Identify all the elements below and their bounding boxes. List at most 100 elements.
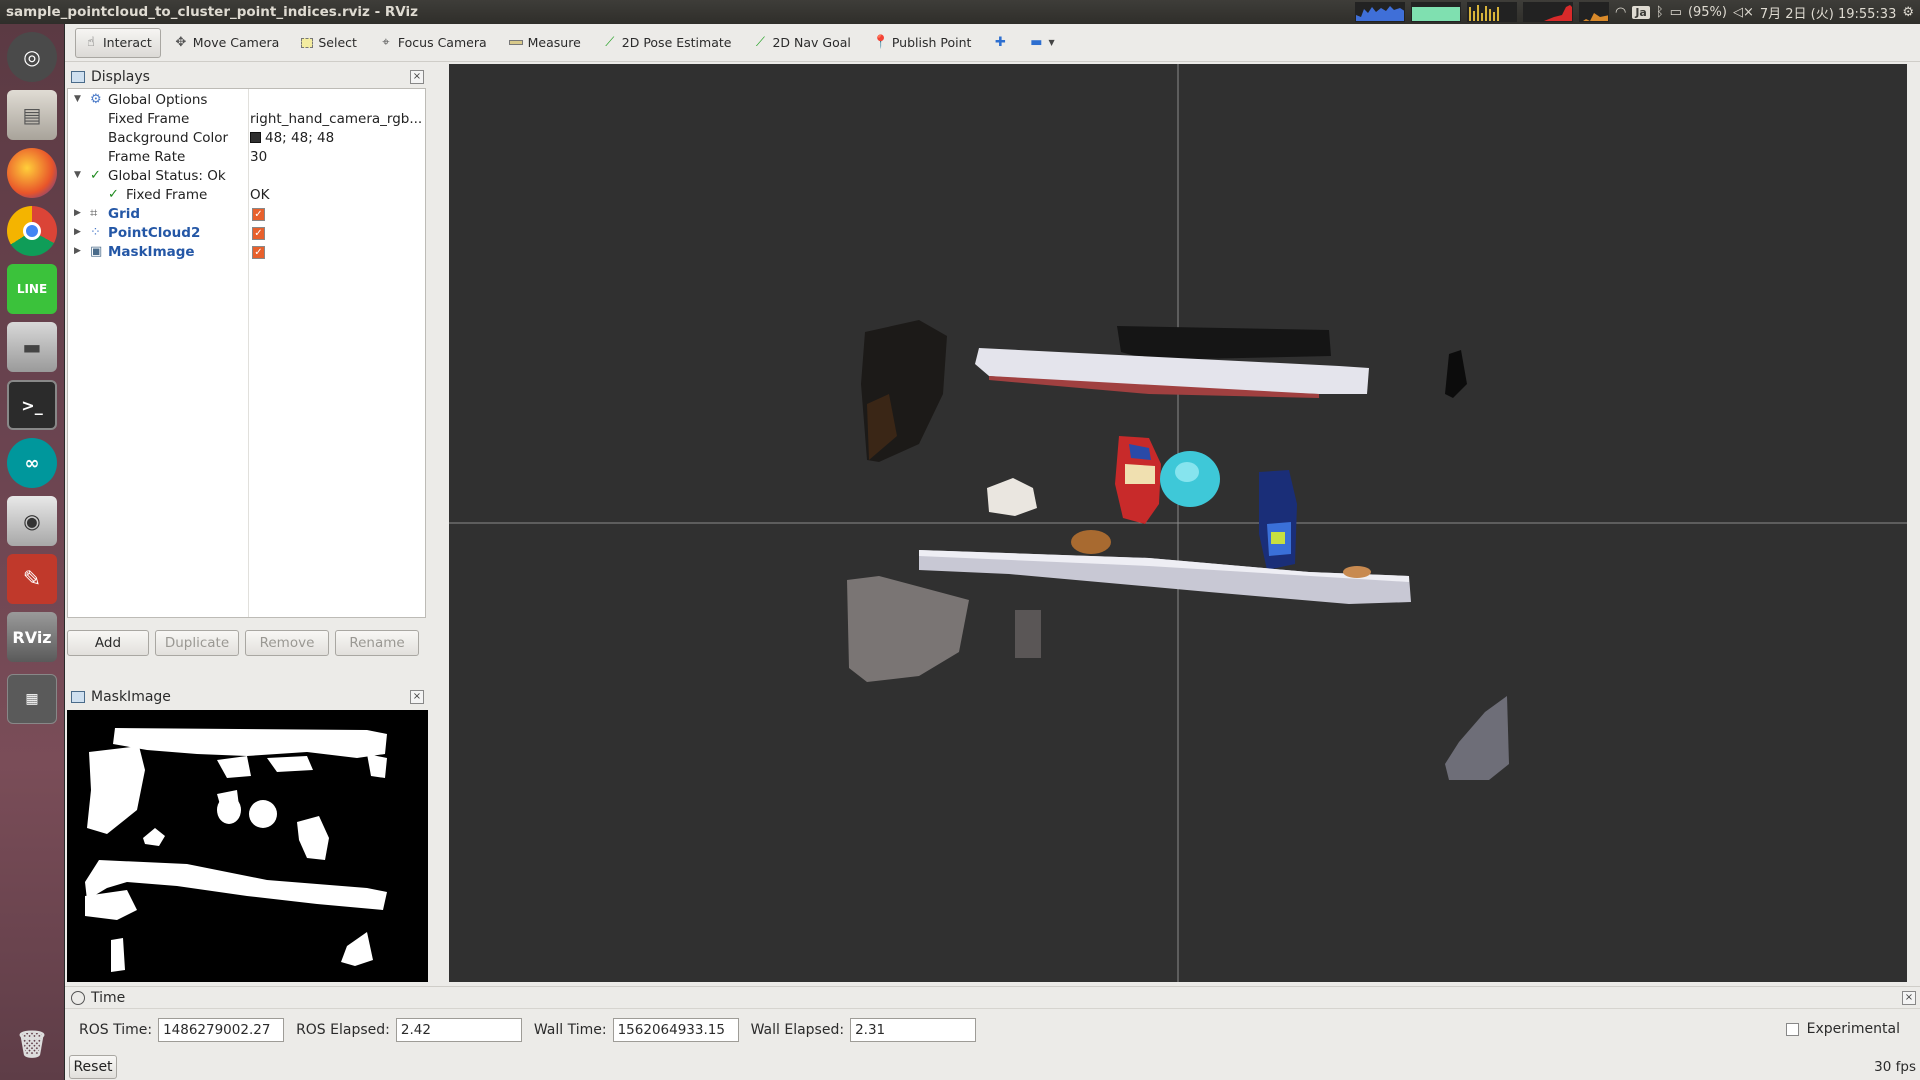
firefox-icon[interactable] (7, 148, 57, 198)
tree-row-grid[interactable]: ▶ ⌗ Grid ✓ (68, 205, 425, 224)
disk-graph[interactable] (1522, 2, 1573, 22)
ros-elapsed-field[interactable]: 2.42 (395, 1018, 522, 1042)
disk-icon[interactable]: ▬ (7, 322, 57, 372)
ros-elapsed-label: ROS Elapsed: (296, 1022, 390, 1038)
wall-elapsed-field[interactable]: 2.31 (850, 1018, 977, 1042)
tool-label: Publish Point (891, 35, 972, 50)
panel-title: Time (91, 989, 126, 1006)
net-graph[interactable] (1466, 2, 1517, 22)
close-icon[interactable]: × (1902, 991, 1916, 1005)
minus-icon: ▬ (1030, 35, 1043, 50)
experimental-checkbox[interactable] (1785, 1022, 1799, 1036)
gear-icon[interactable]: ⚙ (1902, 5, 1914, 20)
cpu-graph[interactable] (1354, 2, 1405, 22)
tool-measure[interactable]: Measure (500, 28, 590, 58)
tool-label: Measure (527, 35, 581, 50)
settings-icon[interactable]: ✎ (7, 554, 57, 604)
tree-row-background-color[interactable]: Background Color 48; 48; 48 (68, 129, 425, 148)
clock[interactable]: 7月 2日 (火) 19:55:33 (1760, 3, 1896, 22)
plus-icon: ✚ (994, 35, 1006, 50)
remove-button[interactable]: Remove (245, 630, 329, 656)
render-3d-view[interactable] (449, 64, 1907, 982)
tree-label: PointCloud2 (108, 225, 201, 241)
terminal-icon[interactable]: >_ (7, 380, 57, 430)
rviz-icon[interactable]: RViz (7, 612, 57, 662)
wall-time-field[interactable]: 1562064933.15 (612, 1018, 739, 1042)
time-fields: ROS Time: 1486279002.27 ROS Elapsed: 2.4… (75, 1017, 984, 1043)
close-icon[interactable]: × (410, 690, 424, 704)
tree-row-status-fixed-frame[interactable]: ✓ Fixed Frame OK (68, 186, 425, 205)
bluetooth-icon[interactable]: ᛒ (1656, 5, 1664, 20)
tool-interact[interactable]: ☝ Interact (75, 27, 161, 58)
arrow-green-icon: ⟋ (605, 35, 615, 50)
tree-row-frame-rate[interactable]: Frame Rate 30 (68, 148, 425, 167)
fps-indicator: 30 fps (1874, 1059, 1916, 1075)
duplicate-button[interactable]: Duplicate (155, 630, 239, 656)
collapse-arrow-icon[interactable]: ▶ (74, 208, 81, 218)
rviz-window: ☝ Interact ✥ Move Camera Select ⌖ Focus Cam… (65, 24, 1920, 1080)
displays-panel: Displays × ▼ ⚙ Global Options Fixed Fram… (65, 66, 428, 660)
volume-icon[interactable]: ◁× (1733, 5, 1754, 20)
tree-row-global-status[interactable]: ▼ ✓ Global Status: Ok (68, 167, 425, 186)
collapse-arrow-icon[interactable]: ▶ (74, 246, 81, 256)
workspaces-icon[interactable]: ▦ (7, 674, 57, 724)
arduino-icon[interactable]: ∞ (7, 438, 57, 488)
collapse-arrow-icon[interactable]: ▶ (74, 227, 81, 237)
add-tool-button[interactable]: ✚ (984, 28, 1016, 58)
grid-icon: ⌗ (90, 206, 98, 221)
files-icon[interactable]: ▤ (7, 90, 57, 140)
remove-tool-button[interactable]: ▬ ▼ (1020, 28, 1063, 58)
tool-move-camera[interactable]: ✥ Move Camera (165, 28, 289, 58)
tool-select[interactable]: Select (292, 28, 366, 58)
image-icon (71, 691, 85, 703)
line-icon[interactable]: LINE (7, 264, 57, 314)
trash-icon[interactable]: 🗑 (7, 1020, 57, 1070)
wifi-icon[interactable]: ◠ (1615, 5, 1626, 20)
camera-icon[interactable]: ◉ (7, 496, 57, 546)
tree-row-global-options[interactable]: ▼ ⚙ Global Options (68, 91, 425, 110)
launcher: ◎ ▤ LINE ▬ >_ ∞ ◉ ✎ RViz ▦ 🗑 (0, 24, 65, 1080)
enable-checkbox[interactable]: ✓ (252, 246, 265, 259)
property-value[interactable]: 48; 48; 48 (250, 130, 424, 146)
close-icon[interactable]: × (410, 70, 424, 84)
color-swatch (250, 132, 261, 143)
chrome-icon[interactable] (7, 206, 57, 256)
load-graph[interactable] (1578, 2, 1609, 22)
ubuntu-dash-icon[interactable]: ◎ (7, 32, 57, 82)
tree-row-pointcloud2[interactable]: ▶ ⁘ PointCloud2 ✓ (68, 224, 425, 243)
tool-2d-nav-goal[interactable]: ⟋ 2D Nav Goal (744, 28, 859, 58)
maskimage-panel: MaskImage × (65, 686, 428, 1006)
rename-button[interactable]: Rename (335, 630, 419, 656)
check-icon: ✓ (108, 187, 119, 202)
tool-focus-camera[interactable]: ⌖ Focus Camera (370, 28, 496, 58)
expand-arrow-icon[interactable]: ▼ (74, 170, 81, 180)
enable-checkbox[interactable]: ✓ (252, 227, 265, 240)
add-button[interactable]: Add (67, 630, 149, 656)
panel-title: MaskImage (91, 689, 171, 705)
ros-time-field[interactable]: 1486279002.27 (158, 1018, 285, 1042)
ruler-icon (508, 40, 523, 45)
battery-icon[interactable]: ▭ (1670, 5, 1682, 20)
clock-icon (71, 990, 85, 1005)
system-tray: ◠ Ja ᛒ ▭ (95%) ◁× 7月 2日 (火) 19:55:33 ⚙ (1354, 0, 1920, 24)
tool-2d-pose-estimate[interactable]: ⟋ 2D Pose Estimate (594, 28, 741, 58)
enable-checkbox[interactable]: ✓ (252, 208, 265, 221)
tool-publish-point[interactable]: 📍 Publish Point (864, 28, 981, 58)
tool-label: Move Camera (192, 35, 280, 50)
move-icon: ✥ (175, 35, 187, 50)
tree-label: MaskImage (108, 244, 195, 260)
property-label: Fixed Frame (108, 111, 190, 127)
expand-arrow-icon[interactable]: ▼ (74, 94, 81, 104)
property-value[interactable]: right_hand_camera_rgb... (250, 111, 424, 127)
property-value[interactable]: 30 (250, 149, 424, 165)
displays-tree: ▼ ⚙ Global Options Fixed Frame right_han… (67, 88, 426, 618)
ime-indicator[interactable]: Ja (1632, 5, 1650, 19)
tree-row-maskimage[interactable]: ▶ ▣ MaskImage ✓ (68, 243, 425, 262)
reset-button[interactable]: Reset (69, 1055, 117, 1079)
experimental-toggle[interactable]: Experimental (1785, 1021, 1900, 1037)
property-label: Frame Rate (108, 149, 186, 165)
tree-row-fixed-frame[interactable]: Fixed Frame right_hand_camera_rgb... (68, 110, 425, 129)
experimental-label: Experimental (1806, 1021, 1900, 1037)
mem-graph[interactable] (1410, 2, 1461, 22)
tree-label: Global Status: Ok (108, 168, 226, 184)
